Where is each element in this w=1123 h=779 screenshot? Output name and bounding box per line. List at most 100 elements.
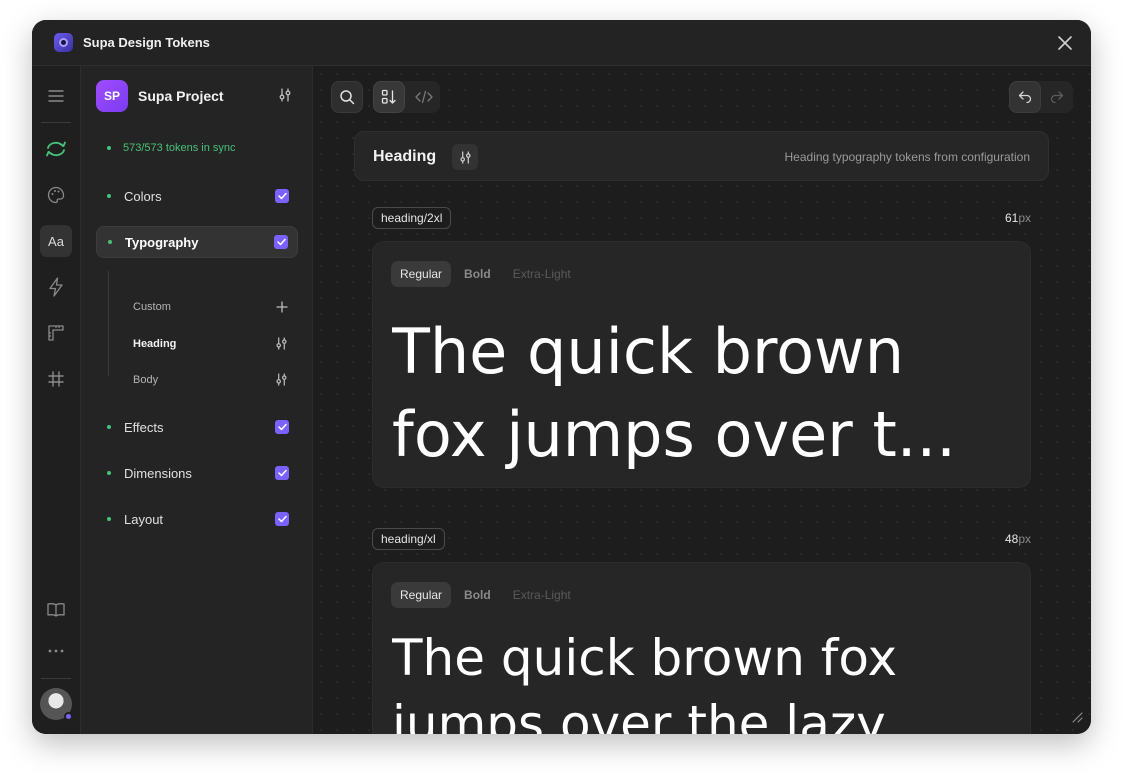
add-custom-button[interactable] bbox=[276, 300, 288, 318]
plus-icon bbox=[276, 301, 288, 313]
token-name-tag[interactable]: heading/2xl bbox=[372, 207, 452, 229]
status-dot bbox=[64, 712, 73, 721]
project-name[interactable]: Supa Project bbox=[138, 88, 224, 104]
category-dimensions[interactable]: Dimensions bbox=[96, 457, 298, 489]
sync-icon bbox=[46, 141, 66, 157]
token-preview-card: Regular Bold Extra-Light The quick brown… bbox=[372, 562, 1031, 734]
category-label: Typography bbox=[125, 234, 199, 250]
status-dot bbox=[108, 240, 112, 244]
category-checkbox[interactable] bbox=[275, 420, 289, 434]
status-dot bbox=[107, 425, 111, 429]
tree-line bbox=[108, 271, 109, 376]
category-layout[interactable]: Layout bbox=[96, 503, 298, 535]
history-group bbox=[1009, 81, 1073, 113]
redo-icon bbox=[1050, 91, 1064, 103]
status-dot bbox=[107, 194, 111, 198]
category-checkbox[interactable] bbox=[274, 235, 288, 249]
dimensions-nav-button[interactable] bbox=[40, 317, 72, 349]
redo-button[interactable] bbox=[1041, 81, 1073, 113]
book-icon bbox=[47, 603, 65, 617]
category-checkbox[interactable] bbox=[275, 189, 289, 203]
sort-view-button[interactable] bbox=[373, 81, 405, 113]
menu-icon bbox=[48, 90, 64, 102]
project-settings-button[interactable] bbox=[278, 88, 292, 107]
category-label: Colors bbox=[124, 188, 162, 204]
check-icon bbox=[276, 238, 286, 246]
weight-tabs: Regular Bold Extra-Light bbox=[391, 582, 580, 608]
resize-grip-icon bbox=[1072, 712, 1083, 723]
token-name-tag[interactable]: heading/xl bbox=[372, 528, 445, 550]
title-bar: Supa Design Tokens bbox=[32, 20, 1091, 66]
undo-button[interactable] bbox=[1009, 81, 1041, 113]
token-size-value: 48 bbox=[1004, 532, 1019, 546]
category-checkbox[interactable] bbox=[275, 512, 289, 526]
window-title: Supa Design Tokens bbox=[83, 35, 210, 50]
token-size: 48px bbox=[1005, 532, 1031, 546]
search-button[interactable] bbox=[331, 81, 363, 113]
close-button[interactable] bbox=[1055, 33, 1075, 53]
body-settings-button[interactable] bbox=[275, 373, 288, 391]
docs-button[interactable] bbox=[40, 594, 72, 626]
subitem-body[interactable]: Body bbox=[133, 374, 158, 386]
more-icon bbox=[48, 649, 64, 653]
palette-icon bbox=[47, 186, 65, 204]
user-avatar[interactable] bbox=[40, 688, 73, 721]
sync-status-text: 573/573 tokens in sync bbox=[123, 142, 236, 154]
divider bbox=[41, 678, 71, 679]
section-settings-button[interactable] bbox=[452, 144, 478, 170]
category-typography[interactable]: Typography bbox=[96, 226, 298, 258]
weight-tab-bold[interactable]: Bold bbox=[455, 261, 500, 287]
section-description: Heading typography tokens from configura… bbox=[784, 150, 1030, 164]
weight-tab-bold[interactable]: Bold bbox=[455, 582, 500, 608]
project-badge[interactable]: SP bbox=[96, 80, 128, 112]
weight-tabs: Regular Bold Extra-Light bbox=[391, 261, 580, 287]
sample-text-line: The quick brown bbox=[392, 315, 905, 388]
subitem-heading[interactable]: Heading bbox=[133, 338, 176, 350]
status-dot bbox=[107, 146, 111, 150]
layout-nav-button[interactable] bbox=[40, 363, 72, 395]
colors-nav-button[interactable] bbox=[40, 179, 72, 211]
sample-text-line: fox jumps over t... bbox=[392, 398, 956, 471]
status-dot bbox=[107, 471, 111, 475]
more-button[interactable] bbox=[40, 635, 72, 667]
undo-icon bbox=[1018, 91, 1032, 103]
sliders-icon bbox=[276, 337, 287, 350]
token-size-unit: px bbox=[1018, 532, 1031, 546]
check-icon bbox=[277, 515, 287, 523]
close-icon bbox=[1058, 36, 1072, 50]
sample-text-line: The quick brown fox bbox=[392, 629, 898, 687]
category-effects[interactable]: Effects bbox=[96, 411, 298, 443]
category-colors[interactable]: Colors bbox=[96, 180, 298, 212]
typography-icon: Aa bbox=[48, 233, 64, 249]
main-canvas: Heading Heading typography tokens from c… bbox=[313, 66, 1091, 734]
subitem-custom[interactable]: Custom bbox=[133, 301, 171, 313]
code-view-button[interactable] bbox=[408, 81, 440, 113]
token-size-value: 61 bbox=[1004, 211, 1019, 225]
resize-handle[interactable] bbox=[1069, 709, 1083, 728]
category-checkbox[interactable] bbox=[275, 466, 289, 480]
category-label: Dimensions bbox=[124, 465, 192, 481]
status-dot bbox=[107, 517, 111, 521]
section-title: Heading bbox=[373, 148, 437, 165]
icon-rail: Aa bbox=[32, 66, 81, 734]
weight-tab-extra-light[interactable]: Extra-Light bbox=[504, 261, 580, 287]
weight-tab-regular[interactable]: Regular bbox=[391, 582, 452, 608]
category-label: Effects bbox=[124, 419, 164, 435]
sliders-icon bbox=[459, 150, 471, 164]
sample-text-line: jumps over the lazy bbox=[392, 695, 886, 734]
category-label: Layout bbox=[124, 511, 164, 527]
divider bbox=[41, 122, 71, 123]
effects-nav-button[interactable] bbox=[40, 271, 72, 303]
check-icon bbox=[277, 423, 287, 431]
token-preview-card: Regular Bold Extra-Light The quick brown… bbox=[372, 241, 1031, 488]
sync-button[interactable] bbox=[40, 133, 72, 165]
app-window: Supa Design Tokens Aa SP Supa Project 57… bbox=[32, 20, 1091, 734]
check-icon bbox=[277, 469, 287, 477]
typography-nav-button[interactable]: Aa bbox=[40, 225, 72, 257]
code-icon bbox=[415, 90, 433, 104]
heading-settings-button[interactable] bbox=[275, 337, 288, 355]
weight-tab-regular[interactable]: Regular bbox=[391, 261, 452, 287]
sliders-icon bbox=[276, 373, 287, 386]
menu-button[interactable] bbox=[40, 80, 72, 112]
weight-tab-extra-light[interactable]: Extra-Light bbox=[504, 582, 580, 608]
